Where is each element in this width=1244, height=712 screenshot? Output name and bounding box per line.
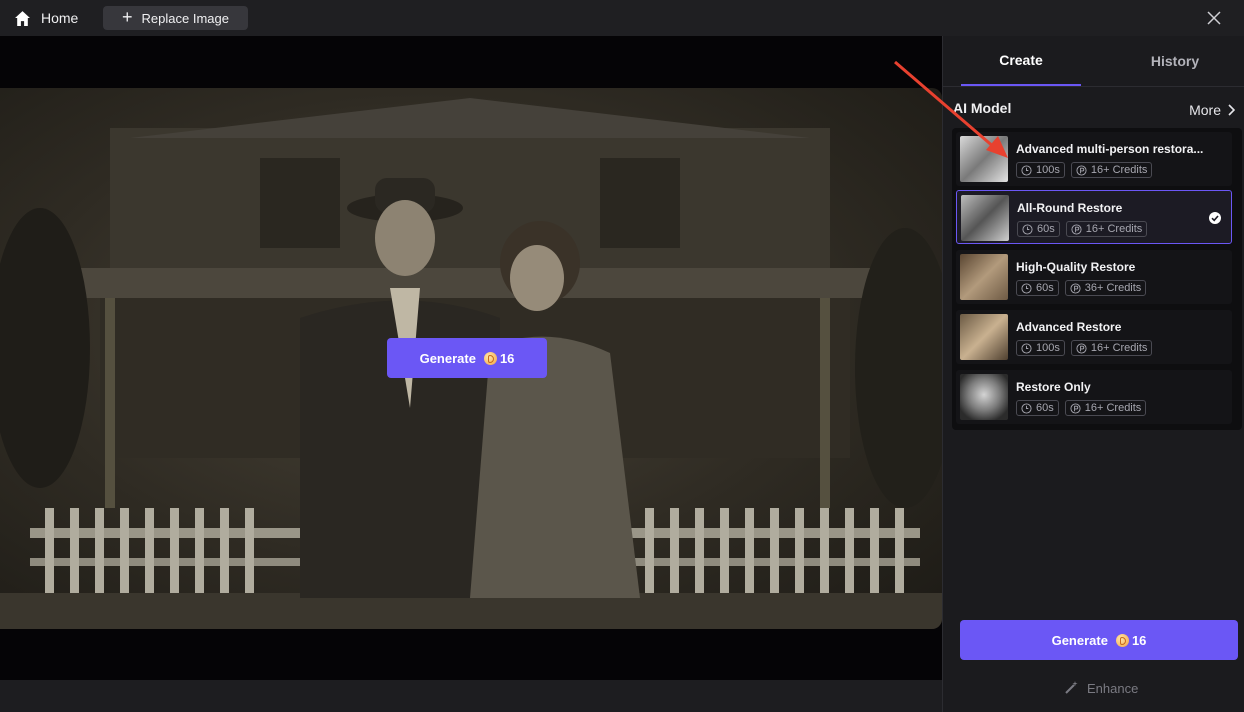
time-chip: 60s bbox=[1016, 280, 1059, 296]
overlay-generate-button[interactable]: Generate 16 bbox=[387, 338, 547, 378]
model-name: Restore Only bbox=[1016, 380, 1091, 394]
model-card-advanced-restore[interactable]: Advanced Restore 100s 16+ Credits bbox=[956, 310, 1232, 364]
credit-icon bbox=[1070, 402, 1081, 414]
model-name: Advanced Restore bbox=[1016, 320, 1122, 334]
tab-history-label: History bbox=[1150, 53, 1200, 69]
model-name: Advanced multi-person restora... bbox=[1016, 142, 1204, 156]
replace-image-label: Replace Image bbox=[141, 10, 229, 26]
credit-icon bbox=[1071, 223, 1082, 235]
ai-model-heading: AI Model bbox=[953, 100, 1012, 116]
more-label: More bbox=[1189, 102, 1221, 118]
generate-credits: 16 bbox=[1131, 632, 1147, 648]
model-thumbnail bbox=[960, 314, 1008, 360]
more-button[interactable]: More bbox=[1189, 102, 1235, 118]
chevron-right-icon bbox=[1228, 104, 1235, 116]
credit-coin-icon bbox=[483, 351, 497, 365]
credits-chip: 16+ Credits bbox=[1070, 340, 1153, 356]
plus-icon: + bbox=[122, 7, 133, 27]
model-thumbnail bbox=[960, 374, 1008, 420]
home-icon bbox=[15, 10, 30, 26]
panel-tabs: Create History bbox=[943, 36, 1244, 87]
tab-history[interactable]: History bbox=[1115, 36, 1235, 86]
credits-chip: 16+ Credits bbox=[1065, 221, 1148, 237]
clock-icon bbox=[1021, 402, 1032, 414]
replace-image-button[interactable]: + Replace Image bbox=[103, 6, 248, 30]
time-chip: 60s bbox=[1016, 400, 1059, 416]
time-chip: 100s bbox=[1016, 162, 1065, 178]
credit-icon bbox=[1076, 164, 1087, 176]
overlay-generate-credits: 16 bbox=[499, 350, 515, 366]
model-thumbnail bbox=[960, 254, 1008, 300]
model-name: All-Round Restore bbox=[1017, 201, 1123, 215]
bottom-bar bbox=[0, 680, 942, 712]
time-chip: 60s bbox=[1017, 221, 1060, 237]
credits-chip: 36+ Credits bbox=[1064, 280, 1147, 296]
model-card-high-quality-restore[interactable]: High-Quality Restore 60s 36+ Credits bbox=[956, 250, 1232, 304]
magic-wand-icon bbox=[1065, 681, 1078, 694]
model-thumbnail bbox=[960, 136, 1008, 182]
selected-check-icon bbox=[1209, 212, 1221, 224]
clock-icon bbox=[1021, 164, 1032, 176]
home-button[interactable]: Home bbox=[14, 7, 78, 29]
image-canvas: Generate 16 bbox=[0, 36, 942, 680]
overlay-generate-label: Generate bbox=[419, 350, 476, 366]
enhance-label: Enhance bbox=[1087, 680, 1139, 696]
credits-chip: 16+ Credits bbox=[1070, 162, 1153, 178]
model-list: Advanced multi-person restora... 100s 16… bbox=[952, 128, 1242, 430]
close-icon[interactable] bbox=[1206, 10, 1222, 26]
model-card-advanced-multi-person[interactable]: Advanced multi-person restora... 100s 16… bbox=[956, 132, 1232, 186]
clock-icon bbox=[1021, 282, 1032, 294]
credits-chip: 16+ Credits bbox=[1064, 400, 1147, 416]
enhance-button[interactable]: Enhance bbox=[1063, 680, 1138, 696]
tab-create[interactable]: Create bbox=[961, 36, 1081, 86]
credit-coin-icon bbox=[1115, 633, 1129, 647]
credit-icon bbox=[1070, 282, 1081, 294]
home-label: Home bbox=[41, 10, 79, 26]
model-thumbnail bbox=[961, 195, 1009, 241]
clock-icon bbox=[1021, 342, 1032, 354]
model-name: High-Quality Restore bbox=[1016, 260, 1136, 274]
top-bar: Home + Replace Image bbox=[0, 0, 1244, 36]
clock-icon bbox=[1022, 223, 1033, 235]
model-card-all-round-restore[interactable]: All-Round Restore 60s 16+ Credits bbox=[956, 190, 1232, 244]
credit-icon bbox=[1076, 342, 1087, 354]
model-card-restore-only[interactable]: Restore Only 60s 16+ Credits bbox=[956, 370, 1232, 424]
right-panel: Create History AI Model More Advanced mu… bbox=[942, 36, 1244, 712]
generate-button[interactable]: Generate 16 bbox=[960, 620, 1238, 660]
generate-label: Generate bbox=[1051, 632, 1108, 648]
time-chip: 100s bbox=[1016, 340, 1065, 356]
tab-create-label: Create bbox=[999, 52, 1043, 68]
